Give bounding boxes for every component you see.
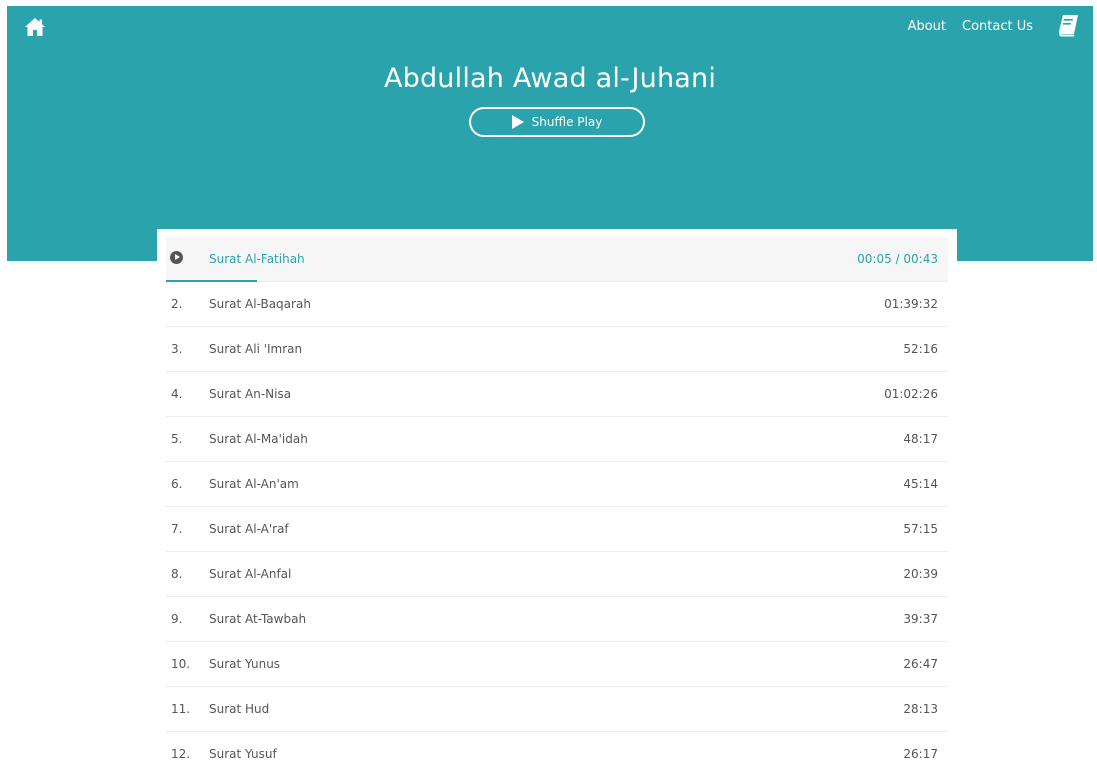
track-duration: 28:13 — [903, 702, 938, 716]
track-name: Surat Al-Baqarah — [209, 297, 311, 311]
play-circle-icon[interactable] — [170, 251, 183, 264]
track-duration: 39:37 — [903, 612, 938, 626]
track-name: Surat Al-A'raf — [209, 522, 289, 536]
home-link[interactable] — [24, 17, 46, 37]
track-number: 6. — [171, 477, 183, 491]
track-row[interactable]: 4. Surat An-Nisa 01:02:26 — [166, 372, 948, 417]
track-name: Surat Hud — [209, 702, 270, 716]
track-duration: 57:15 — [903, 522, 938, 536]
track-number: 9. — [171, 612, 183, 626]
track-list: Surat Al-Fatihah 00:05 / 00:43 2. Surat Al-… — [166, 237, 948, 769]
track-row[interactable]: 10. Surat Yunus 26:47 — [166, 642, 948, 687]
track-number: 10. — [171, 657, 191, 671]
track-row[interactable]: 6. Surat Al-An'am 45:14 — [166, 462, 948, 507]
track-duration: 48:17 — [903, 432, 938, 446]
shuffle-play-button[interactable]: Shuffle Play — [469, 107, 645, 137]
track-duration: 01:02:26 — [884, 387, 938, 401]
track-name: Surat Al-Ma'idah — [209, 432, 308, 446]
about-link[interactable]: About — [908, 19, 946, 34]
track-row[interactable]: 2. Surat Al-Baqarah 01:39:32 — [166, 282, 948, 327]
track-name: Surat An-Nisa — [209, 387, 292, 401]
page: About Contact Us Abdullah Awad al-Juhani… — [0, 0, 1097, 769]
home-icon — [25, 18, 45, 36]
book-link[interactable] — [1057, 14, 1079, 38]
play-icon — [511, 115, 524, 129]
track-duration: 52:16 — [903, 342, 938, 356]
track-name: Surat Ali 'Imran — [209, 342, 303, 356]
track-duration: 01:39:32 — [884, 297, 938, 311]
track-list-card: Surat Al-Fatihah 00:05 / 00:43 2. Surat Al-… — [157, 229, 957, 769]
track-name: Surat Al-Anfal — [209, 567, 292, 581]
track-number: 7. — [171, 522, 183, 536]
reciter-title: Abdullah Awad al-Juhani — [383, 63, 717, 94]
track-number: 3. — [171, 342, 183, 356]
track-row[interactable]: 11. Surat Hud 28:13 — [166, 687, 948, 732]
track-name: Surat At-Tawbah — [209, 612, 307, 626]
track-number: 12. — [171, 747, 191, 761]
header-banner: About Contact Us Abdullah Awad al-Juhani… — [7, 6, 1093, 261]
track-row[interactable]: 12. Surat Yusuf 26:17 — [166, 732, 948, 769]
track-duration: 26:17 — [903, 747, 938, 761]
track-name: Surat Al-An'am — [209, 477, 299, 491]
track-row[interactable]: 3. Surat Ali 'Imran 52:16 — [166, 327, 948, 372]
track-duration: 45:14 — [903, 477, 938, 491]
shuffle-play-label: Shuffle Play — [531, 115, 603, 129]
track-number: 2. — [171, 297, 183, 311]
track-name: Surat Al-Fatihah — [209, 252, 305, 266]
track-duration: 26:47 — [903, 657, 938, 671]
track-row[interactable]: 8. Surat Al-Anfal 20:39 — [166, 552, 948, 597]
track-number: 4. — [171, 387, 183, 401]
track-row[interactable]: 7. Surat Al-A'raf 57:15 — [166, 507, 948, 552]
track-number: 11. — [171, 702, 191, 716]
top-nav: About Contact Us — [908, 19, 1033, 34]
track-time: 00:05 / 00:43 — [857, 252, 938, 266]
track-row-active[interactable]: Surat Al-Fatihah 00:05 / 00:43 — [166, 237, 948, 282]
track-number: 5. — [171, 432, 183, 446]
contact-us-link[interactable]: Contact Us — [962, 19, 1033, 34]
track-row[interactable]: 5. Surat Al-Ma'idah 48:17 — [166, 417, 948, 462]
track-name: Surat Yusuf — [209, 747, 277, 761]
track-number: 8. — [171, 567, 183, 581]
track-row[interactable]: 9. Surat At-Tawbah 39:37 — [166, 597, 948, 642]
track-duration: 20:39 — [903, 567, 938, 581]
track-name: Surat Yunus — [209, 657, 281, 671]
book-icon — [1058, 15, 1078, 37]
